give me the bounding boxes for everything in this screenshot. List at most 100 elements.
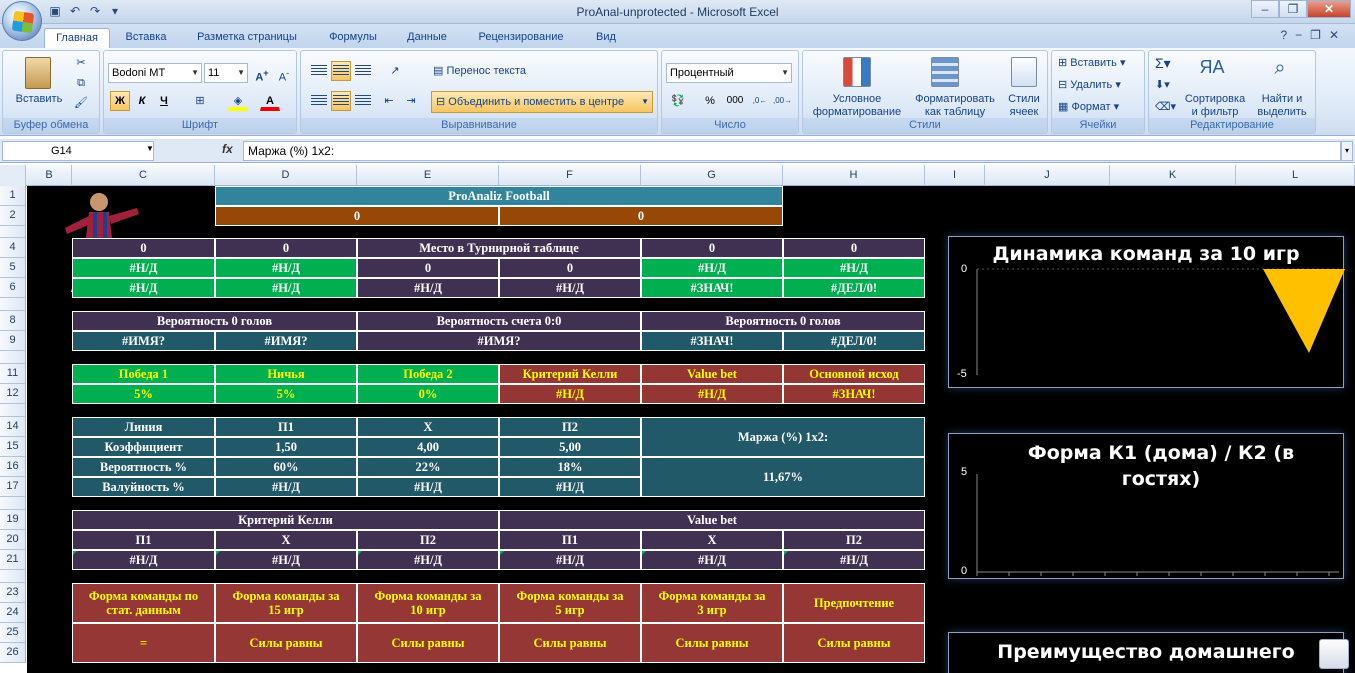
probability-label[interactable]: Вероятность % xyxy=(72,457,215,477)
shrink-font-icon[interactable]: A- xyxy=(274,63,294,84)
table-cell[interactable]: Силы равны xyxy=(783,623,925,663)
kelly-header[interactable]: Критерий Келли xyxy=(72,510,499,530)
table-cell[interactable]: #Н/Д xyxy=(357,477,499,497)
form-5-label[interactable]: Форма команды за 5 игр xyxy=(499,583,641,623)
zero-zero-label[interactable]: Вероятность счета 0:0 xyxy=(357,311,641,331)
table-cell[interactable]: Силы равны xyxy=(641,623,783,663)
row-15[interactable]: 15 xyxy=(0,437,26,457)
table-cell[interactable]: 0 xyxy=(783,238,925,258)
fill-color-icon[interactable]: ◈ xyxy=(228,91,248,111)
table-cell[interactable]: 0 xyxy=(641,238,783,258)
align-bottom-icon[interactable] xyxy=(353,61,373,81)
row-1[interactable]: 1 xyxy=(0,186,26,206)
row-25[interactable]: 25 xyxy=(0,623,26,643)
table-cell[interactable]: #Н/Д xyxy=(72,258,215,278)
insert-cells-button[interactable]: ⊞ Вставить ▾ xyxy=(1058,57,1126,70)
main-outcome-label[interactable]: Основной исход xyxy=(783,364,925,384)
table-cell[interactable]: #Н/Д xyxy=(499,384,641,404)
row-7[interactable] xyxy=(0,298,26,311)
format-cells-button[interactable]: ▦ Формат ▾ xyxy=(1058,101,1119,114)
expand-formula-icon[interactable]: ▾ xyxy=(1341,141,1353,161)
number-format-combo[interactable]: Процентный ▼ xyxy=(666,63,792,83)
copy-icon[interactable]: ⧉ xyxy=(73,77,89,90)
conditional-format-button[interactable]: Условное форматирование xyxy=(805,93,909,119)
table-cell[interactable]: 4,00 xyxy=(357,437,499,457)
row-20[interactable]: 20 xyxy=(0,530,26,550)
table-cell[interactable]: 0 xyxy=(499,258,641,278)
col-h[interactable]: H xyxy=(783,165,925,186)
table-cell[interactable]: 1,50 xyxy=(215,437,357,457)
line-label[interactable]: Линия xyxy=(72,417,215,437)
select-all-corner[interactable] xyxy=(0,165,26,186)
table-cell[interactable]: #Н/Д xyxy=(499,278,641,298)
win2-label[interactable]: Победа 2 xyxy=(357,364,499,384)
tab-review[interactable]: Рецензирование xyxy=(466,28,576,48)
header-left-value[interactable]: 0 xyxy=(215,206,499,226)
value-bet-header[interactable]: Value bet xyxy=(499,510,925,530)
table-cell[interactable]: #ДЕЛ/0! xyxy=(783,331,925,351)
table-cell[interactable]: #Н/Д xyxy=(72,550,215,570)
wrap-text-button[interactable]: ▤ Перенос текста xyxy=(433,65,526,78)
orientation-icon[interactable]: ↗ xyxy=(385,61,405,81)
zero-goals-label[interactable]: Вероятность 0 голов xyxy=(72,311,357,331)
office-button[interactable] xyxy=(2,1,42,41)
col-k[interactable]: K xyxy=(1110,165,1236,186)
chart-team-form[interactable]: Форма К1 (дома) / К2 (в гостях) 5 0 xyxy=(948,433,1344,579)
row-12[interactable]: 12 xyxy=(0,384,26,404)
form-15-label[interactable]: Форма команды за 15 игр xyxy=(215,583,357,623)
align-middle-icon[interactable] xyxy=(331,61,351,81)
row-17[interactable]: 17 xyxy=(0,477,26,497)
row-24[interactable]: 24 xyxy=(0,603,26,623)
font-name-combo[interactable]: Bodoni MT ▼ xyxy=(108,63,202,83)
table-cell[interactable]: #Н/Д xyxy=(783,258,925,278)
fx-icon[interactable]: fx xyxy=(222,142,233,156)
row-11[interactable]: 11 xyxy=(0,364,26,384)
row-23[interactable]: 23 xyxy=(0,583,26,603)
table-cell[interactable]: #ЗНАЧ! xyxy=(641,278,783,298)
row-21[interactable]: 21 xyxy=(0,550,26,570)
form-10-label[interactable]: Форма команды за 10 игр xyxy=(357,583,499,623)
format-painter-icon[interactable]: 🖌 xyxy=(73,97,89,110)
font-color-icon[interactable]: A xyxy=(260,91,280,111)
table-cell[interactable]: 5% xyxy=(215,384,357,404)
italic-button[interactable]: К xyxy=(132,91,152,111)
table-cell[interactable]: 60% xyxy=(215,457,357,477)
table-cell[interactable]: 0 xyxy=(72,238,215,258)
header-right-value[interactable]: 0 xyxy=(499,206,783,226)
value-bet-label[interactable]: Value bet xyxy=(641,364,783,384)
table-cell[interactable]: 0 xyxy=(215,238,357,258)
table-cell[interactable]: 18% xyxy=(499,457,641,477)
row-3[interactable] xyxy=(0,226,26,238)
table-cell[interactable]: #ДЕЛ/0! xyxy=(783,278,925,298)
table-cell[interactable]: #Н/Д xyxy=(641,550,783,570)
table-cell[interactable]: X xyxy=(215,530,357,550)
increase-indent-icon[interactable]: ⇥ xyxy=(401,91,421,111)
align-left-icon[interactable] xyxy=(309,91,329,111)
table-cell[interactable]: П1 xyxy=(72,530,215,550)
table-cell[interactable]: #ИМЯ? xyxy=(357,331,641,351)
thousands-button[interactable]: 000 xyxy=(722,91,748,111)
chart-home-advantage[interactable]: Преимущество домашнего xyxy=(948,632,1344,673)
decrease-indent-icon[interactable]: ⇤ xyxy=(379,91,399,111)
col-g[interactable]: G xyxy=(641,165,783,186)
table-cell[interactable]: 5% xyxy=(72,384,215,404)
table-cell[interactable]: 0% xyxy=(357,384,499,404)
close-button[interactable]: ✕ xyxy=(1307,0,1351,18)
kelly-label[interactable]: Критерий Келли xyxy=(499,364,641,384)
chevron-down-icon[interactable]: ▼ xyxy=(146,144,154,153)
table-cell[interactable]: #ИМЯ? xyxy=(72,331,215,351)
name-box[interactable]: G14 xyxy=(2,141,154,161)
minimize-button[interactable]: – xyxy=(1251,0,1279,18)
table-cell[interactable]: Силы равны xyxy=(215,623,357,663)
chart-team-dynamics[interactable]: Динамика команд за 10 игр 0 -5 xyxy=(948,236,1345,388)
form-3-label[interactable]: Форма команды за 3 игр xyxy=(641,583,783,623)
table-cell[interactable]: #Н/Д xyxy=(215,258,357,278)
row-19[interactable]: 19 xyxy=(0,510,26,530)
tab-insert[interactable]: Вставка xyxy=(114,28,178,48)
row-6[interactable]: 6 xyxy=(0,278,26,298)
row-18[interactable] xyxy=(0,497,26,510)
table-cell[interactable]: #Н/Д xyxy=(215,550,357,570)
sort-filter-button[interactable]: Сортировка и фильтр xyxy=(1181,93,1249,119)
table-cell[interactable]: П1 xyxy=(499,530,641,550)
tab-home[interactable]: Главная xyxy=(44,28,110,48)
